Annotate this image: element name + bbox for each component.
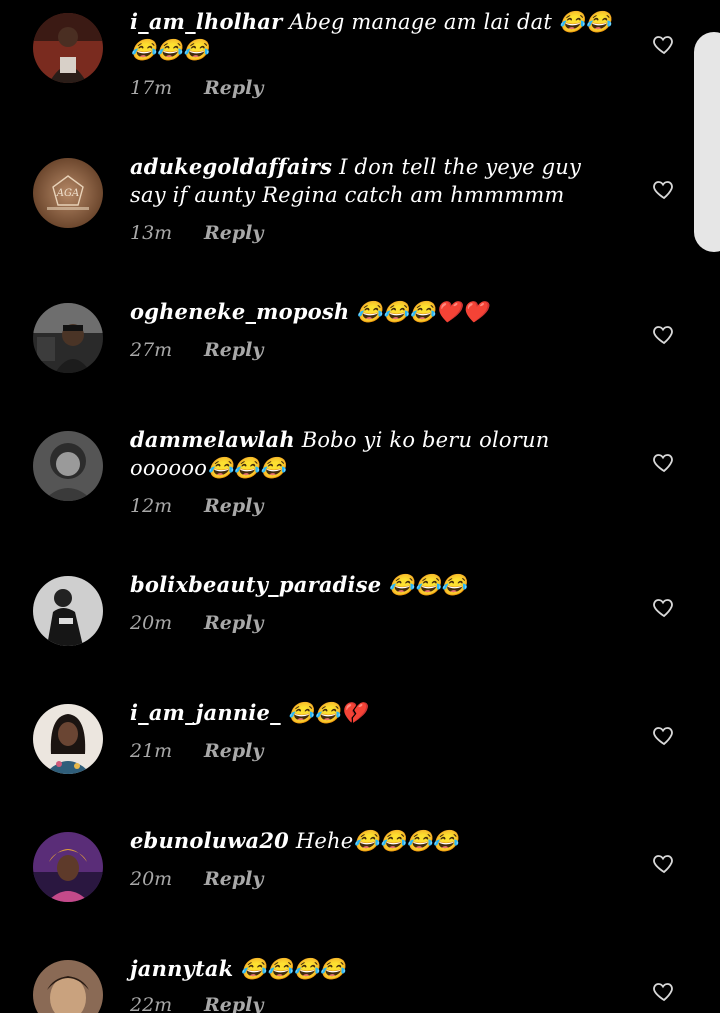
username[interactable]: i_am_lholhar <box>130 9 282 34</box>
comment-text: 😂😂😂❤️❤️ <box>356 300 489 324</box>
reply-button[interactable]: Reply <box>204 612 263 634</box>
comment-meta: 12m Reply <box>130 495 263 517</box>
username[interactable]: jannytak <box>130 956 233 981</box>
timestamp: 13m <box>130 222 173 244</box>
heart-icon[interactable] <box>652 979 676 1003</box>
reply-button[interactable]: Reply <box>204 339 263 361</box>
avatar[interactable]: AGA <box>33 158 103 228</box>
comment-body: adukegoldaffairs I don tell the yeye guy… <box>130 153 620 209</box>
comment-body: jannytak 😂😂😂😂 <box>130 955 620 983</box>
reply-button[interactable]: Reply <box>204 740 263 762</box>
heart-icon[interactable] <box>652 32 676 56</box>
heart-icon[interactable] <box>652 723 676 747</box>
username[interactable]: ebunoluwa20 <box>130 828 289 853</box>
comment-text: 😂😂💔 <box>287 701 367 725</box>
comment-body: ogheneke_moposh 😂😂😂❤️❤️ <box>130 298 620 326</box>
heart-icon[interactable] <box>652 851 676 875</box>
comment-meta: 21m Reply <box>130 740 263 762</box>
heart-icon[interactable] <box>652 322 676 346</box>
username[interactable]: ogheneke_moposh <box>130 299 349 324</box>
comment-text: 😂😂😂 <box>388 573 468 597</box>
comment-body: bolixbeauty_paradise 😂😂😂 <box>130 571 620 599</box>
timestamp: 17m <box>130 77 173 99</box>
comment-text: 😂😂😂😂 <box>240 957 346 981</box>
timestamp: 20m <box>130 612 173 634</box>
reply-button[interactable]: Reply <box>204 994 263 1013</box>
heart-icon[interactable] <box>652 595 676 619</box>
reply-button[interactable]: Reply <box>204 495 263 517</box>
username[interactable]: bolixbeauty_paradise <box>130 572 381 597</box>
avatar[interactable] <box>33 832 103 902</box>
timestamp: 27m <box>130 339 173 361</box>
comment-meta: 20m Reply <box>130 868 263 890</box>
avatar-logo-text: AGA <box>56 188 79 199</box>
avatar[interactable] <box>33 431 103 501</box>
comment-body: ebunoluwa20 Hehe😂😂😂😂 <box>130 827 620 855</box>
reply-button[interactable]: Reply <box>204 77 263 99</box>
avatar[interactable] <box>33 303 103 373</box>
avatar[interactable] <box>33 13 103 83</box>
comment-meta: 22m Reply <box>130 994 263 1013</box>
username[interactable]: i_am_jannie_ <box>130 700 281 725</box>
username[interactable]: adukegoldaffairs <box>130 154 332 179</box>
heart-icon[interactable] <box>652 177 676 201</box>
scroll-handle[interactable] <box>694 32 720 252</box>
reply-button[interactable]: Reply <box>204 222 263 244</box>
comment-body: i_am_lholhar Abeg manage am lai dat 😂😂😂😂… <box>130 8 620 64</box>
comment-meta: 20m Reply <box>130 612 263 634</box>
avatar[interactable] <box>33 960 103 1013</box>
avatar[interactable] <box>33 704 103 774</box>
timestamp: 22m <box>130 994 173 1013</box>
comment-text: Hehe😂😂😂😂 <box>295 829 459 853</box>
timestamp: 21m <box>130 740 173 762</box>
comment-meta: 13m Reply <box>130 222 263 244</box>
avatar[interactable] <box>33 576 103 646</box>
timestamp: 12m <box>130 495 173 517</box>
comment-meta: 17m Reply <box>130 77 263 99</box>
comment-body: dammelawlah Bobo yi ko beru olorun ooooo… <box>130 426 620 482</box>
comment-meta: 27m Reply <box>130 339 263 361</box>
timestamp: 20m <box>130 868 173 890</box>
heart-icon[interactable] <box>652 450 676 474</box>
reply-button[interactable]: Reply <box>204 868 263 890</box>
comment-body: i_am_jannie_ 😂😂💔 <box>130 699 620 727</box>
username[interactable]: dammelawlah <box>130 427 295 452</box>
